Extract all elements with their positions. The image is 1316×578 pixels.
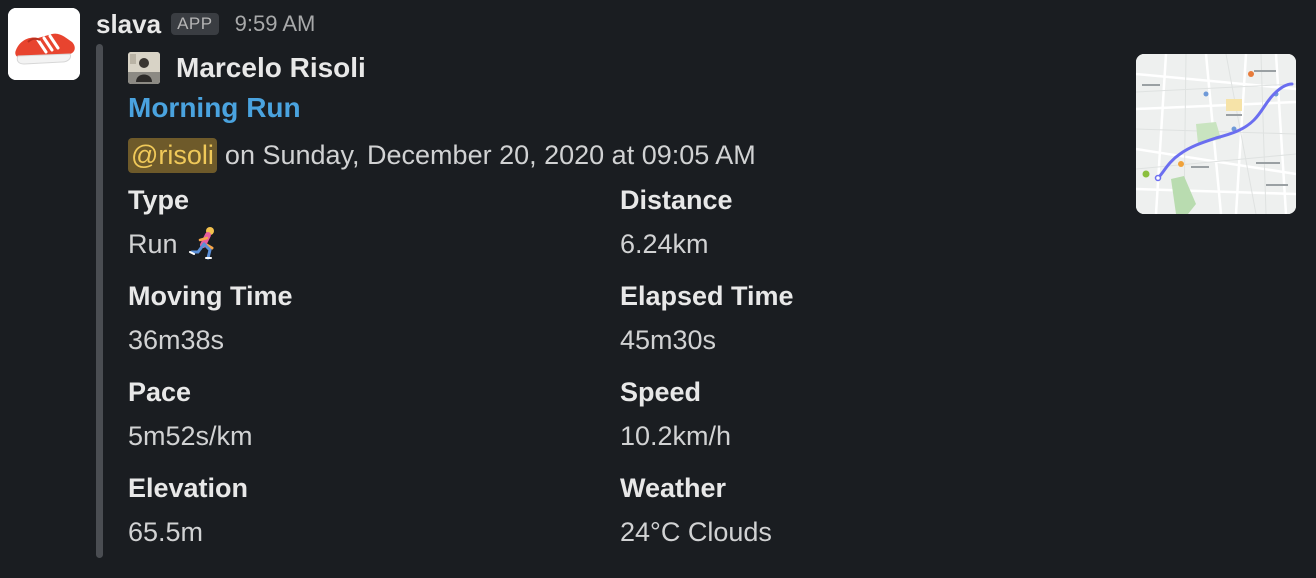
- activity-subtitle: @risoli on Sunday, December 20, 2020 at …: [128, 138, 756, 173]
- field-moving-time: Moving Time 36m38s: [128, 278, 293, 358]
- field-label: Pace: [128, 377, 192, 407]
- message-header: slava APP 9:59 AM: [96, 6, 315, 42]
- field-elevation: Elevation 65.5m: [128, 470, 248, 550]
- field-label: Speed: [620, 377, 702, 407]
- field-label: Type: [128, 185, 190, 215]
- author-name[interactable]: Marcelo Risoli: [176, 52, 366, 84]
- field-value: 10.2km/h: [620, 421, 732, 451]
- app-badge: APP: [171, 13, 219, 35]
- field-value: 6.24km: [620, 229, 709, 259]
- field-value: Run: [128, 226, 228, 262]
- field-value: 65.5m: [128, 517, 204, 547]
- field-elapsed-time: Elapsed Time 45m30s: [620, 278, 794, 358]
- runner-emoji-icon: [188, 227, 214, 260]
- field-pace: Pace 5m52s/km: [128, 374, 253, 454]
- route-map-icon: [1136, 54, 1296, 214]
- field-label: Moving Time: [128, 281, 293, 311]
- activity-date: on Sunday, December 20, 2020 at 09:05 AM: [224, 140, 756, 170]
- attachment-color-bar: [96, 44, 103, 558]
- field-value: 45m30s: [620, 325, 717, 355]
- field-label: Distance: [620, 185, 733, 215]
- field-value: 36m38s: [128, 325, 225, 355]
- field-speed: Speed 10.2km/h: [620, 374, 731, 454]
- user-mention[interactable]: @risoli: [128, 138, 217, 173]
- sender-name[interactable]: slava: [96, 9, 161, 40]
- activity-title-link[interactable]: Morning Run: [128, 92, 301, 124]
- field-value: 24°C Clouds: [620, 517, 772, 547]
- field-distance: Distance 6.24km: [620, 182, 733, 262]
- field-label: Weather: [620, 473, 727, 503]
- field-label: Elapsed Time: [620, 281, 794, 311]
- attachment-author: Marcelo Risoli: [128, 50, 366, 86]
- field-value-text: Run: [128, 229, 178, 259]
- field-value: 5m52s/km: [128, 421, 253, 451]
- field-weather: Weather 24°C Clouds: [620, 470, 772, 550]
- field-type: Type Run: [128, 182, 228, 262]
- running-shoe-icon: [8, 8, 80, 80]
- bot-avatar[interactable]: [8, 8, 80, 80]
- field-label: Elevation: [128, 473, 249, 503]
- route-map-thumbnail[interactable]: [1136, 54, 1296, 214]
- message-timestamp[interactable]: 9:59 AM: [235, 11, 316, 37]
- slack-message: slava APP 9:59 AM Marcelo Risoli Morning…: [0, 0, 1316, 578]
- author-avatar-icon: [128, 52, 160, 84]
